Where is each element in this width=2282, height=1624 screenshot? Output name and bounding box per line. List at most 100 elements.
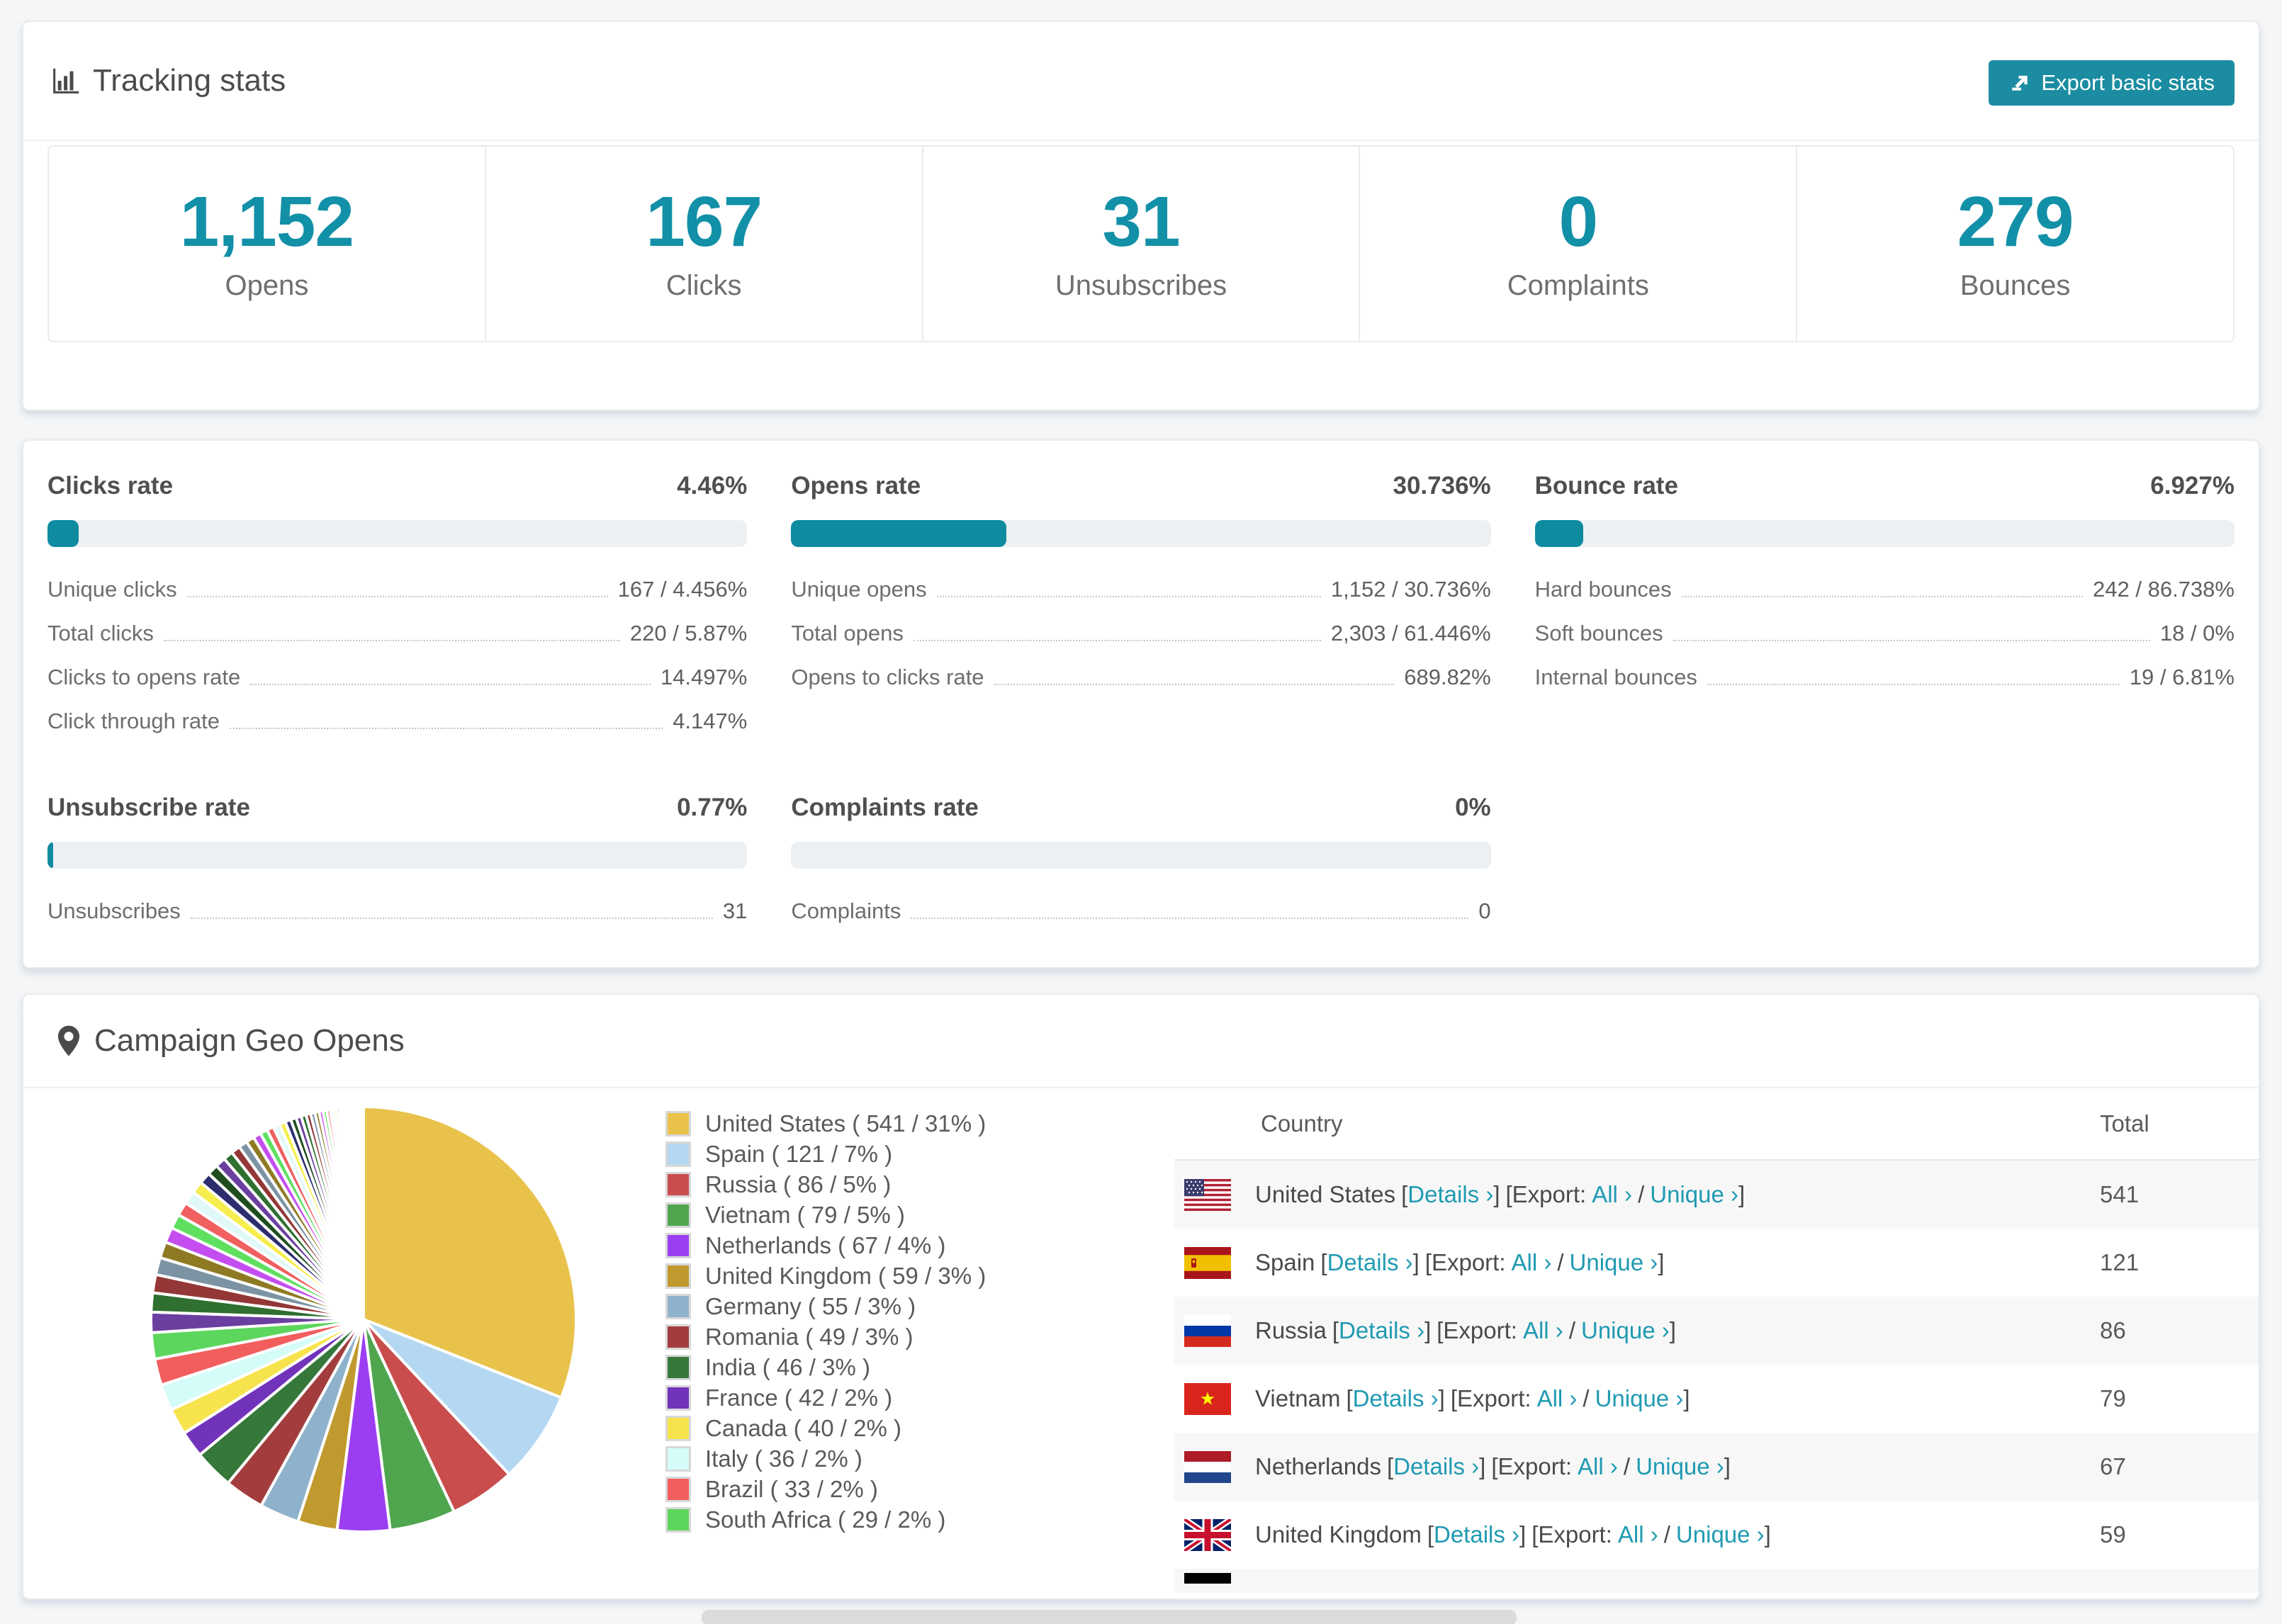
details-link[interactable]: Details ›	[1327, 1249, 1413, 1275]
stat-row: Soft bounces 18 / 0%	[1534, 621, 2235, 645]
summary-card-clicks: 167 Clicks	[486, 147, 923, 341]
horizontal-scrollbar-thumb[interactable]	[702, 1610, 1517, 1624]
export-all-link[interactable]: All ›	[1512, 1249, 1552, 1275]
stat-row: Clicks to opens rate 14.497%	[47, 665, 748, 689]
stat-row: Total clicks 220 / 5.87%	[47, 621, 748, 645]
dotted-leader	[1707, 684, 2120, 685]
export-unique-link[interactable]: Unique ›	[1595, 1385, 1684, 1411]
export-unique-link[interactable]: Unique ›	[1570, 1249, 1658, 1275]
details-link[interactable]: Details ›	[1393, 1453, 1479, 1479]
total-value: 121	[2100, 1249, 2140, 1275]
legend-swatch	[665, 1415, 691, 1441]
unsubscribe-rate-block: Unsubscribe rate 0.77% Unsubscribes 31	[47, 794, 748, 942]
flag-icon-united-kingdom	[1184, 1518, 1231, 1551]
export-unique-link[interactable]: Unique ›	[1676, 1521, 1765, 1547]
legend-swatch	[665, 1232, 691, 1258]
geo-body: United States ( 541 / 31% ) Spain ( 121 …	[23, 1088, 2259, 1593]
rate-value: 30.736%	[1393, 472, 1491, 500]
table-row: Spain [Details ›] [Export: All › / Unique ›] …	[1174, 1229, 2259, 1297]
geo-pie-chart	[137, 1093, 590, 1546]
pie-legend: United States ( 541 / 31% ) Spain ( 121 …	[665, 1108, 1062, 1535]
details-link[interactable]: Details ›	[1339, 1317, 1424, 1343]
legend-swatch	[665, 1354, 691, 1380]
progress-track	[1534, 520, 2235, 547]
tracking-stats-header: Tracking stats Export basic stats	[23, 22, 2259, 141]
export-unique-link[interactable]: Unique ›	[1636, 1453, 1724, 1479]
export-unique-link[interactable]: Unique ›	[1650, 1181, 1738, 1207]
table-header: Country Total	[1174, 1088, 2259, 1161]
export-all-link[interactable]: All ›	[1618, 1521, 1658, 1547]
progress-track	[47, 842, 748, 869]
legend-swatch	[665, 1324, 691, 1350]
campaign-geo-opens-card: Campaign Geo Opens United States ( 541 /…	[22, 993, 2260, 1600]
progress-fill	[791, 520, 1006, 547]
table-row: Netherlands [Details ›] [Export: All › / Uniq…	[1174, 1433, 2259, 1501]
dotted-leader	[1673, 640, 2150, 641]
total-value: 67	[2100, 1453, 2126, 1479]
stat-row: Unique opens 1,152 / 30.736%	[791, 577, 1491, 602]
flag-icon-netherlands	[1184, 1450, 1231, 1483]
stat-row: Click through rate 4.147%	[47, 709, 748, 733]
geo-table: Country Total United States [Details ›] [E…	[1174, 1088, 2259, 1593]
export-all-link[interactable]: All ›	[1537, 1385, 1578, 1411]
legend-item: India ( 46 / 3% )	[665, 1352, 1062, 1382]
export-unique-link[interactable]: Unique ›	[1581, 1317, 1670, 1343]
total-value: 79	[2100, 1385, 2126, 1411]
export-icon	[2012, 75, 2028, 91]
table-row: Vietnam [Details ›] [Export: All › / Unique ›…	[1174, 1365, 2259, 1433]
legend-item: Spain ( 121 / 7% )	[665, 1139, 1062, 1169]
export-basic-stats-button[interactable]: Export basic stats	[1989, 60, 2235, 106]
country-name: Spain	[1255, 1249, 1315, 1275]
bounces-count: 279	[1957, 181, 2074, 261]
dotted-leader	[186, 596, 608, 597]
progress-track	[47, 520, 748, 547]
unsubscribes-count: 31	[1102, 181, 1180, 261]
flag-icon-united-states	[1184, 1178, 1231, 1211]
export-all-link[interactable]: All ›	[1592, 1181, 1632, 1207]
legend-swatch	[665, 1385, 691, 1411]
stat-row: Opens to clicks rate 689.82%	[791, 665, 1491, 689]
dotted-leader	[911, 918, 1469, 919]
rates-card: Clicks rate 4.46% Unique clicks 167 / 4.4…	[22, 439, 2260, 969]
page-title: Tracking stats	[93, 63, 286, 98]
stat-row: Complaints 0	[791, 898, 1491, 923]
legend-item: United Kingdom ( 59 / 3% )	[665, 1261, 1062, 1291]
legend-swatch	[665, 1110, 691, 1137]
table-row: United Kingdom [Details ›] [Export: All › / U…	[1174, 1501, 2259, 1569]
dotted-leader	[1681, 596, 2084, 597]
rate-title: Unsubscribe rate	[47, 794, 250, 821]
total-value: 541	[2100, 1181, 2140, 1207]
progress-track	[791, 520, 1491, 547]
stat-row: Internal bounces 19 / 6.81%	[1534, 665, 2235, 689]
stat-row: Unsubscribes 31	[47, 898, 748, 923]
rate-value: 4.46%	[677, 472, 748, 500]
details-link[interactable]: Details ›	[1353, 1385, 1439, 1411]
table-row: Russia [Details ›] [Export: All › / Unique ›]…	[1174, 1297, 2259, 1365]
country-name: United States	[1255, 1181, 1396, 1207]
rate-value: 0%	[1455, 794, 1491, 821]
bar-chart-icon	[53, 68, 79, 94]
summary-card-unsubscribes: 31 Unsubscribes	[923, 147, 1361, 341]
country-column-header: Country	[1261, 1110, 1343, 1137]
country-name: United Kingdom	[1255, 1521, 1422, 1547]
legend-swatch	[665, 1293, 691, 1319]
export-all-link[interactable]: All ›	[1523, 1317, 1563, 1343]
rate-value: 6.927%	[2150, 472, 2235, 500]
country-name: Netherlands	[1255, 1453, 1381, 1479]
export-all-link[interactable]: All ›	[1578, 1453, 1618, 1479]
legend-swatch	[665, 1141, 691, 1167]
map-pin-icon	[57, 1025, 80, 1056]
flag-icon-spain	[1184, 1246, 1231, 1279]
details-link[interactable]: Details ›	[1407, 1181, 1493, 1207]
legend-swatch	[665, 1476, 691, 1502]
summary-card-complaints: 0 Complaints	[1360, 147, 1798, 341]
tracking-stats-card: Tracking stats Export basic stats 1,152 …	[22, 21, 2260, 411]
flag-icon-germany	[1184, 1573, 1231, 1584]
progress-track	[791, 842, 1491, 869]
legend-swatch	[665, 1171, 691, 1197]
legend-item: Canada ( 40 / 2% )	[665, 1413, 1062, 1443]
details-link[interactable]: Details ›	[1434, 1521, 1519, 1547]
country-name: Russia	[1255, 1317, 1327, 1343]
stat-row: Unique clicks 167 / 4.456%	[47, 577, 748, 602]
total-value: 59	[2100, 1521, 2126, 1547]
